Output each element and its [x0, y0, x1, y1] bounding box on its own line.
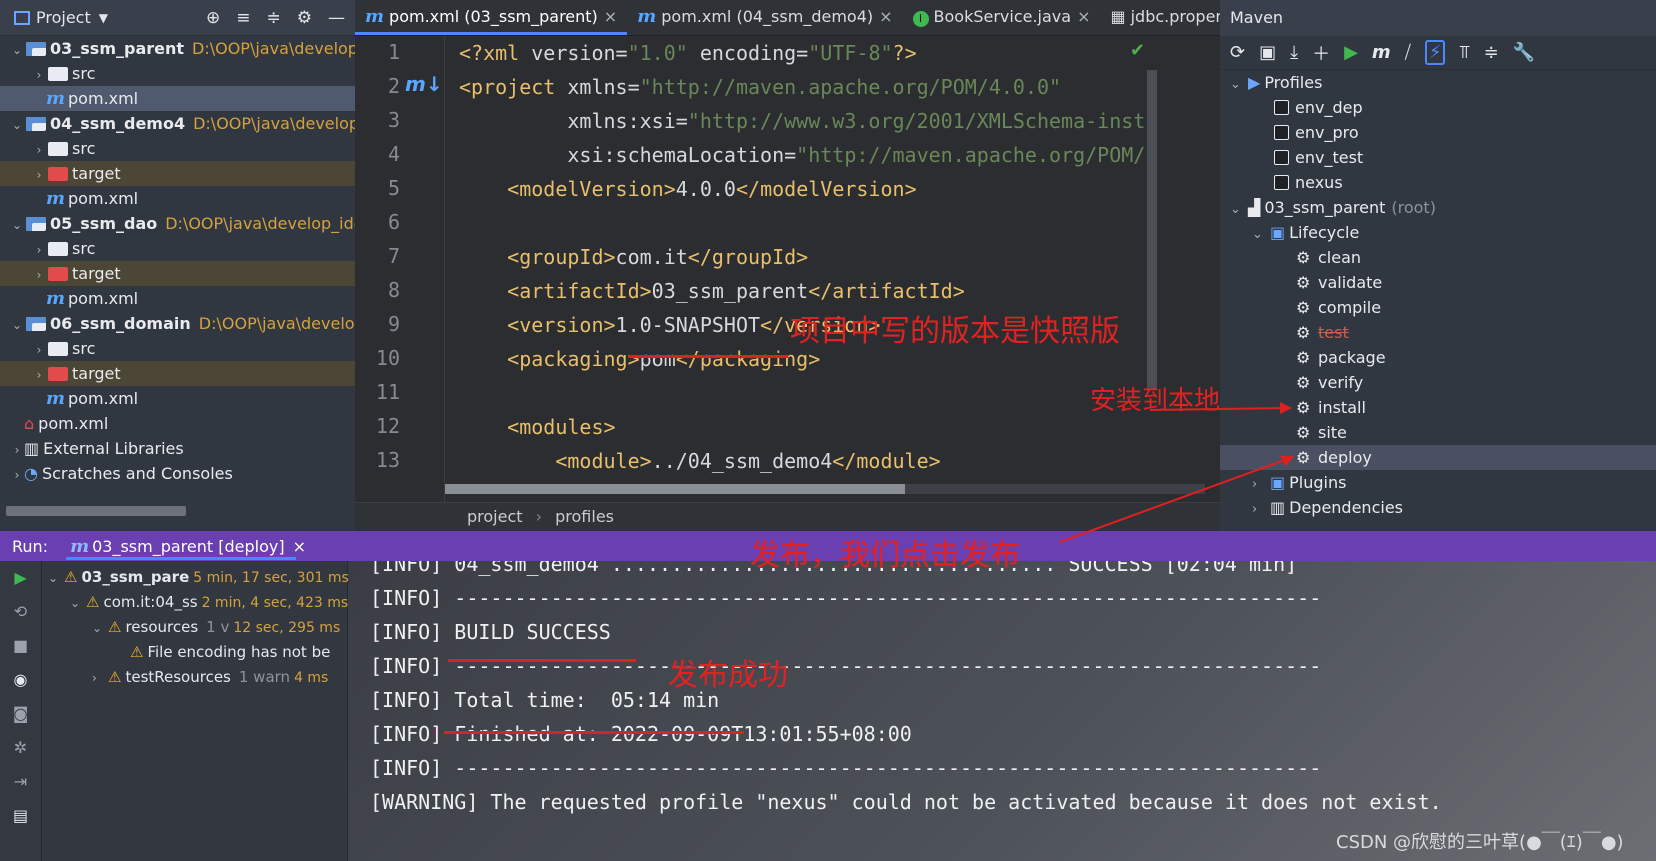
watermark: CSDN @欣慰的三叶草(●￣(ｴ)￣●): [1336, 832, 1624, 853]
annotation-arrows: [1059, 402, 1294, 543]
